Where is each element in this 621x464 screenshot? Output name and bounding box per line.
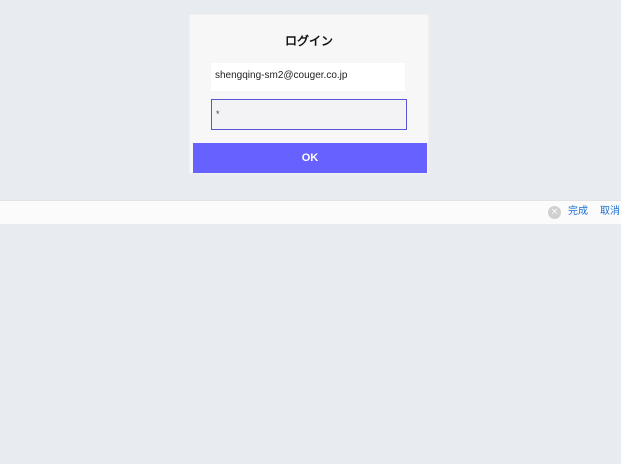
password-field[interactable]: * [211,99,407,130]
done-button[interactable]: 完成 [568,205,588,219]
keyboard-accessory-bar: × 完成 取消 [0,200,621,224]
login-title: ログイン [284,34,333,48]
login-card: ログイン shengqing-sm2@couger.co.jp * OK [189,14,429,174]
password-value: * [216,109,220,119]
cancel-button[interactable]: 取消 [600,205,620,219]
ok-button[interactable]: OK [193,143,427,173]
clear-icon[interactable]: × [548,206,561,219]
email-field[interactable]: shengqing-sm2@couger.co.jp [211,63,405,91]
